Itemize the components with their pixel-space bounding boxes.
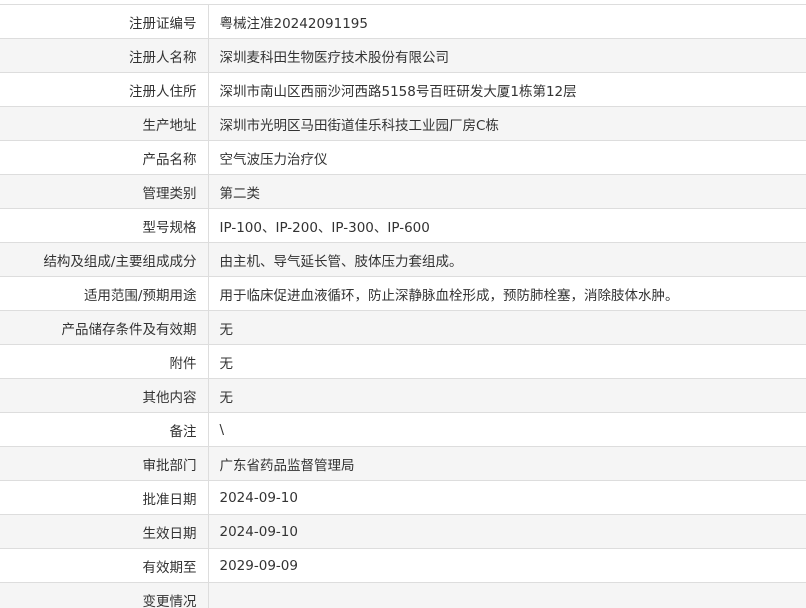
field-value: 深圳市光明区马田街道佳乐科技工业园厂房C栋 xyxy=(208,106,806,141)
field-label: 附件 xyxy=(0,344,209,379)
field-value: 无 xyxy=(208,344,806,379)
row-registrant-address: 注册人住所 深圳市南山区西丽沙河西路5158号百旺研发大厦1栋第12层 xyxy=(0,72,806,107)
row-intended-use: 适用范围/预期用途 用于临床促进血液循环，防止深静脉血栓形成，预防肺栓塞，消除肢… xyxy=(0,276,806,311)
row-storage-validity: 产品储存条件及有效期 无 xyxy=(0,310,806,345)
field-value: 由主机、导气延长管、肢体压力套组成。 xyxy=(208,242,806,277)
registration-detail-table: 注册证编号 粤械注准20242091195 注册人名称 深圳麦科田生物医疗技术股… xyxy=(0,4,806,608)
field-value xyxy=(208,582,806,608)
field-value: 无 xyxy=(208,378,806,413)
row-structure-composition: 结构及组成/主要组成成分 由主机、导气延长管、肢体压力套组成。 xyxy=(0,242,806,277)
field-label: 结构及组成/主要组成成分 xyxy=(0,242,209,277)
field-label: 批准日期 xyxy=(0,480,209,515)
field-value: 深圳麦科田生物医疗技术股份有限公司 xyxy=(208,38,806,73)
row-approval-department: 审批部门 广东省药品监督管理局 xyxy=(0,446,806,481)
field-label: 生产地址 xyxy=(0,106,209,141)
row-attachments: 附件 无 xyxy=(0,344,806,379)
row-approval-date: 批准日期 2024-09-10 xyxy=(0,480,806,515)
field-label: 注册人名称 xyxy=(0,38,209,73)
field-label: 审批部门 xyxy=(0,446,209,481)
field-label: 变更情况 xyxy=(0,582,209,608)
field-label: 生效日期 xyxy=(0,514,209,549)
row-registration-number: 注册证编号 粤械注准20242091195 xyxy=(0,4,806,39)
row-change-history: 变更情况 xyxy=(0,582,806,608)
field-label: 有效期至 xyxy=(0,548,209,583)
field-value: IP-100、IP-200、IP-300、IP-600 xyxy=(208,208,806,243)
row-valid-until: 有效期至 2029-09-09 xyxy=(0,548,806,583)
field-value: 无 xyxy=(208,310,806,345)
field-label: 注册证编号 xyxy=(0,4,209,39)
field-value: 2024-09-10 xyxy=(208,514,806,549)
row-other-content: 其他内容 无 xyxy=(0,378,806,413)
field-label: 备注 xyxy=(0,412,209,447)
row-product-name: 产品名称 空气波压力治疗仪 xyxy=(0,140,806,175)
field-value: 粤械注准20242091195 xyxy=(208,4,806,39)
field-value: 深圳市南山区西丽沙河西路5158号百旺研发大厦1栋第12层 xyxy=(208,72,806,107)
field-label: 产品储存条件及有效期 xyxy=(0,310,209,345)
row-remarks: 备注 \ xyxy=(0,412,806,447)
field-label: 产品名称 xyxy=(0,140,209,175)
field-value: \ xyxy=(208,412,806,447)
field-value: 第二类 xyxy=(208,174,806,209)
row-model-specification: 型号规格 IP-100、IP-200、IP-300、IP-600 xyxy=(0,208,806,243)
field-label: 管理类别 xyxy=(0,174,209,209)
field-value: 用于临床促进血液循环，防止深静脉血栓形成，预防肺栓塞，消除肢体水肿。 xyxy=(208,276,806,311)
registration-detail-page: 注册证编号 粤械注准20242091195 注册人名称 深圳麦科田生物医疗技术股… xyxy=(0,0,806,608)
field-value: 空气波压力治疗仪 xyxy=(208,140,806,175)
field-value: 广东省药品监督管理局 xyxy=(208,446,806,481)
field-value: 2029-09-09 xyxy=(208,548,806,583)
field-value: 2024-09-10 xyxy=(208,480,806,515)
row-production-address: 生产地址 深圳市光明区马田街道佳乐科技工业园厂房C栋 xyxy=(0,106,806,141)
row-registrant-name: 注册人名称 深圳麦科田生物医疗技术股份有限公司 xyxy=(0,38,806,73)
field-label: 适用范围/预期用途 xyxy=(0,276,209,311)
field-label: 其他内容 xyxy=(0,378,209,413)
row-effective-date: 生效日期 2024-09-10 xyxy=(0,514,806,549)
row-management-category: 管理类别 第二类 xyxy=(0,174,806,209)
field-label: 型号规格 xyxy=(0,208,209,243)
field-label: 注册人住所 xyxy=(0,72,209,107)
